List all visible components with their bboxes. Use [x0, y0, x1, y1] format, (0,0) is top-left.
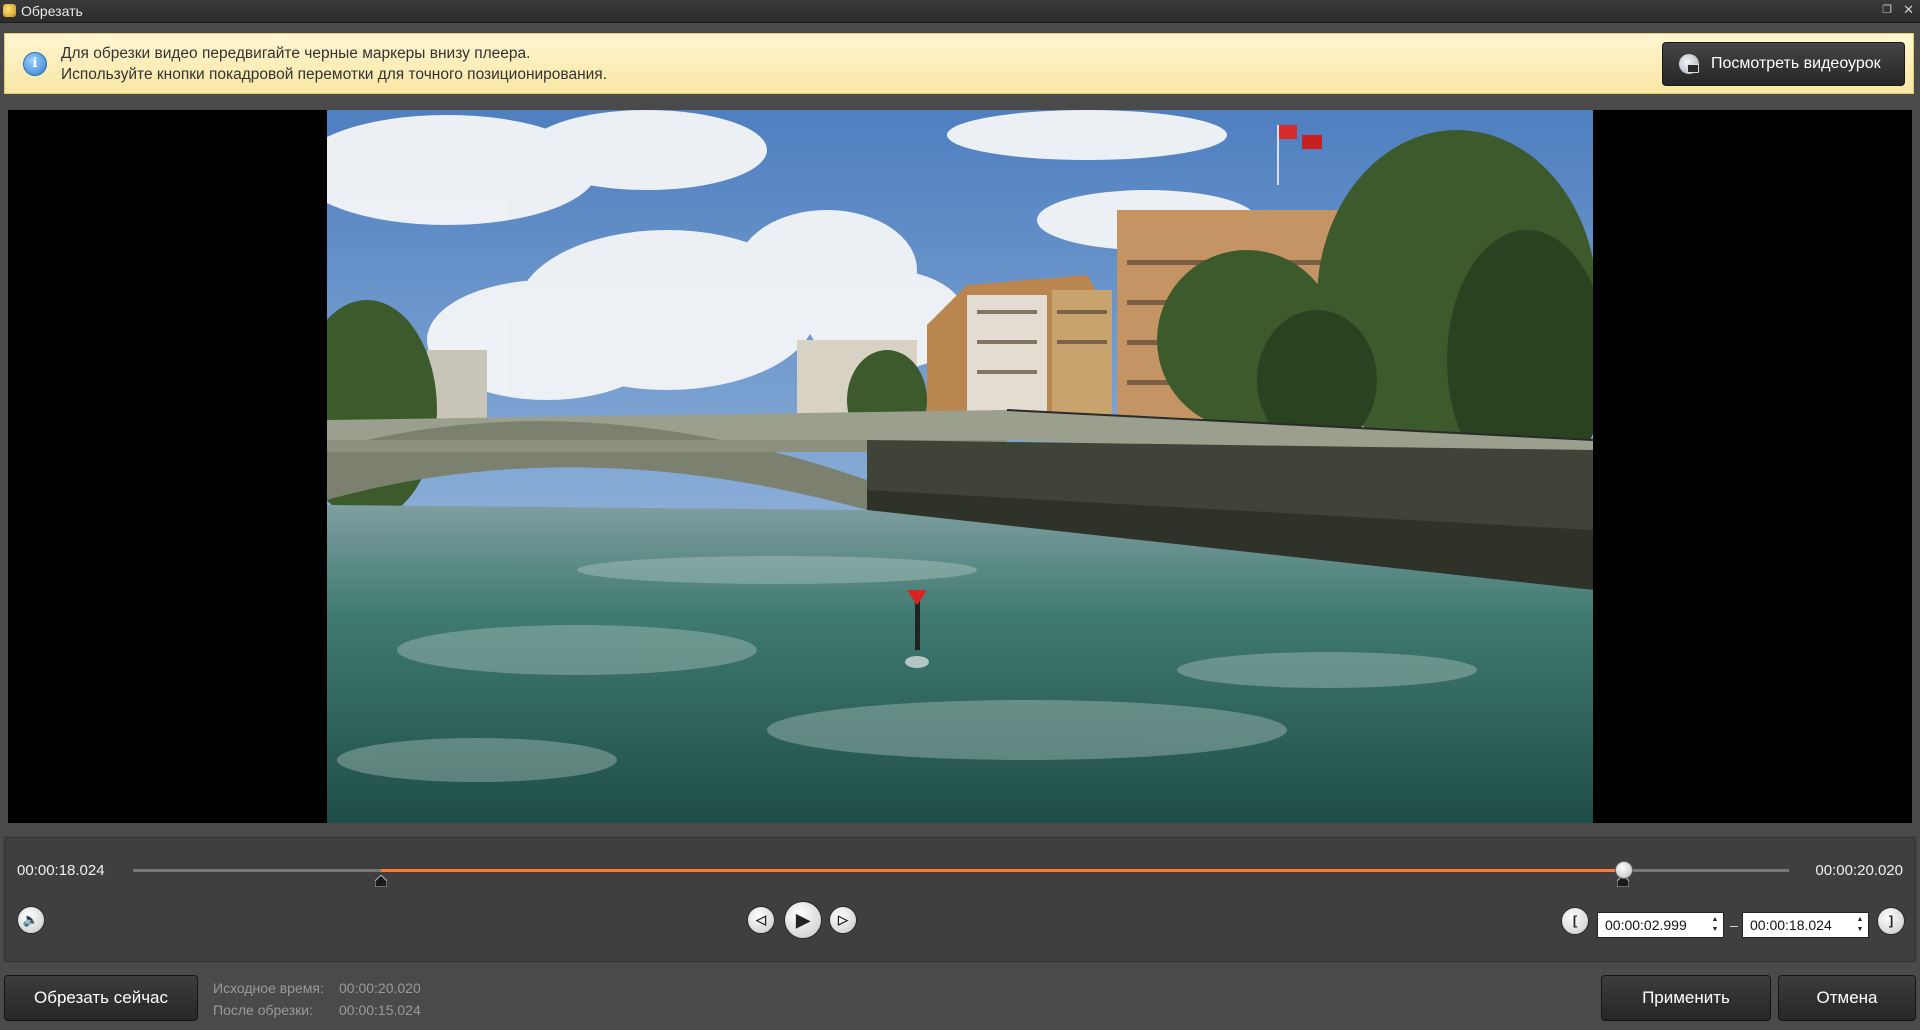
spin-down-icon[interactable]: ▼ — [1856, 925, 1864, 935]
set-end-marker-icon: ] — [1888, 913, 1894, 928]
set-end-button[interactable]: ] — [1877, 907, 1905, 935]
close-icon[interactable]: ✕ — [1903, 2, 1914, 18]
banner-text-line1: Для обрезки видео передвигайте черные ма… — [61, 45, 531, 62]
prev-frame-button[interactable]: ◁ — [747, 906, 775, 934]
play-button[interactable]: ▶ — [784, 901, 822, 939]
video-tutorial-icon — [1679, 54, 1699, 74]
set-start-button[interactable]: [ — [1561, 907, 1589, 935]
step-back-icon: ◁ — [756, 912, 766, 927]
trim-start-marker[interactable] — [375, 875, 388, 887]
watch-tutorial-label: Посмотреть видеоурок — [1711, 55, 1881, 72]
next-frame-button[interactable]: ▷ — [829, 906, 857, 934]
after-trim-value: 00:00:15.024 — [339, 1002, 421, 1018]
trim-start-field[interactable]: 00:00:02.999 ▲ ▼ — [1597, 912, 1724, 938]
source-time-label: Исходное время: — [213, 980, 324, 996]
trim-end-value: 00:00:18.024 — [1750, 917, 1832, 933]
cancel-button[interactable]: Отмена — [1778, 975, 1916, 1021]
selected-range — [381, 869, 1624, 872]
volume-button[interactable]: 🔈 — [17, 906, 45, 934]
apply-button[interactable]: Применить — [1601, 975, 1771, 1021]
speaker-icon: 🔈 — [22, 912, 40, 927]
playhead-handle[interactable] — [1615, 861, 1634, 879]
after-trim-label: После обрезки: — [213, 1002, 314, 1018]
set-start-marker-icon: [ — [1572, 913, 1578, 928]
watch-tutorial-button[interactable]: Посмотреть видеоурок — [1662, 42, 1905, 86]
restore-icon[interactable]: ❐ — [1882, 3, 1892, 16]
range-dash: – — [1730, 917, 1738, 933]
spin-up-icon[interactable]: ▲ — [1856, 915, 1864, 925]
timeline-slider[interactable] — [133, 861, 1789, 887]
total-time: 00:00:20.020 — [1815, 862, 1903, 879]
video-frame — [327, 110, 1593, 823]
video-preview — [8, 110, 1912, 823]
title-bar: Обрезать ❐ ✕ — [0, 0, 1920, 23]
trim-now-button[interactable]: Обрезать сейчас — [4, 975, 198, 1021]
banner-text-line2: Используйте кнопки покадровой перемотки … — [61, 66, 608, 83]
spin-up-icon[interactable]: ▲ — [1711, 915, 1719, 925]
trim-start-value: 00:00:02.999 — [1605, 917, 1687, 933]
window-title: Обрезать — [21, 3, 83, 19]
current-time: 00:00:18.024 — [17, 862, 105, 879]
play-icon: ▶ — [796, 910, 810, 930]
app-icon — [3, 4, 16, 17]
step-forward-icon: ▷ — [838, 912, 848, 927]
spin-down-icon[interactable]: ▼ — [1711, 925, 1719, 935]
source-time-value: 00:00:20.020 — [339, 980, 421, 996]
info-banner: i Для обрезки видео передвигайте черные … — [4, 33, 1914, 94]
video-frame-image — [327, 110, 1593, 823]
info-icon: i — [23, 52, 47, 76]
trim-end-field[interactable]: 00:00:18.024 ▲ ▼ — [1742, 912, 1869, 938]
player-controls: 00:00:18.024 00:00:20.020 🔈 ◁ ▶ ▷ [ 00:0… — [4, 837, 1916, 962]
